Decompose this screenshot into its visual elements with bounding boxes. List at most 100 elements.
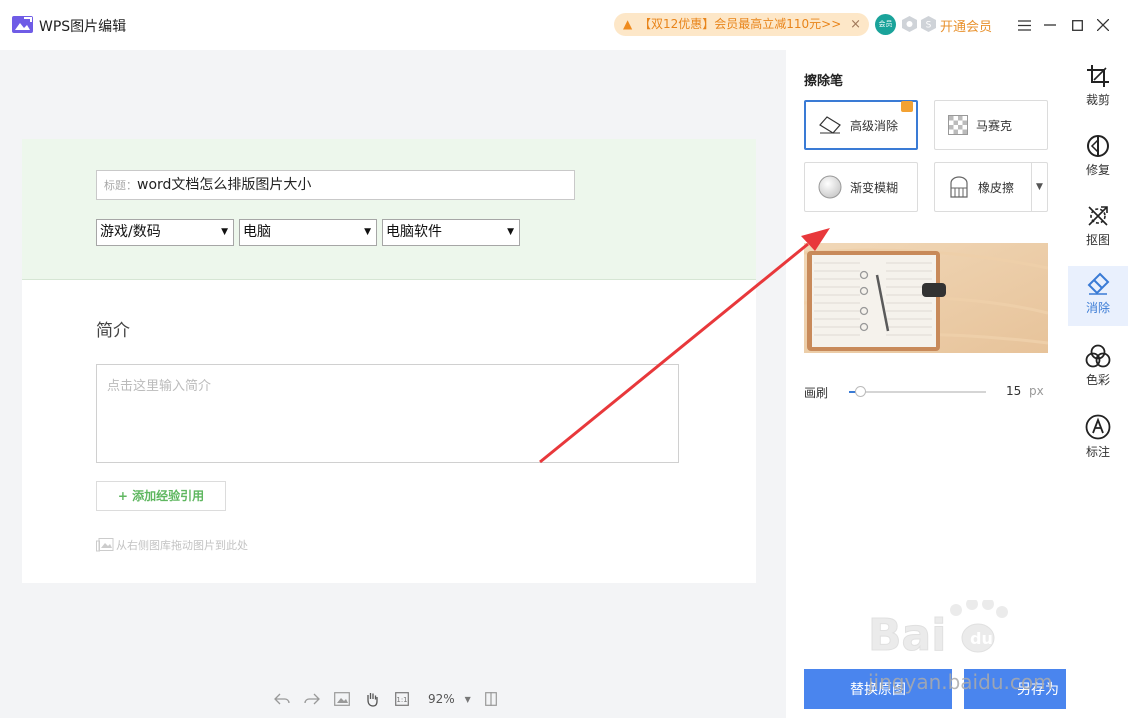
svg-text:S: S: [926, 21, 932, 31]
right-toolbar: 裁剪 修复 抠图 消除 色彩 标注: [1066, 50, 1128, 718]
drag-hint: 从右侧图库拖动图片到此处: [96, 537, 248, 553]
menu-icon: [1017, 19, 1031, 31]
slider-knob[interactable]: [855, 386, 866, 397]
membership-badge[interactable]: 会员: [875, 14, 896, 35]
category-1-value: 游戏/数码: [100, 224, 161, 240]
toolbar-crop[interactable]: 裁剪: [1068, 58, 1128, 118]
promo-close-button[interactable]: ×: [850, 13, 861, 36]
menu-button[interactable]: [1013, 14, 1035, 36]
undo-icon: [274, 693, 290, 705]
blur-circle-icon: [818, 175, 842, 199]
panel-title: 擦除笔: [804, 74, 844, 89]
vip-crown-icon: [901, 101, 913, 112]
eraser-dropdown-icon[interactable]: ▼: [1031, 163, 1047, 211]
category-select-3: 电脑软件 ▼: [382, 219, 520, 246]
redo-button[interactable]: [302, 689, 322, 709]
toolbar-cutout-label: 抠图: [1085, 233, 1110, 247]
toolbar-erase[interactable]: 消除: [1068, 266, 1128, 326]
category-2-value: 电脑: [243, 224, 271, 240]
minimize-button[interactable]: [1039, 14, 1061, 36]
actual-size-button[interactable]: 1:1: [392, 689, 412, 709]
open-vip-link[interactable]: 开通会员: [940, 16, 992, 35]
mosaic-tool[interactable]: 马赛克: [934, 100, 1048, 150]
title-value: word文档怎么排版图片大小: [137, 177, 312, 193]
brush-value: 15: [1006, 384, 1022, 398]
erase-icon: [1087, 272, 1110, 295]
close-button[interactable]: [1092, 14, 1114, 36]
toolbar-annotate[interactable]: 标注: [1068, 408, 1128, 468]
maximize-icon: [1071, 19, 1083, 31]
brush-eraser-icon: [950, 176, 968, 198]
cutout-icon: [1088, 206, 1108, 226]
category-select-2: 电脑 ▼: [239, 219, 377, 246]
drag-hint-text: 从右侧图库拖动图片到此处: [116, 539, 248, 552]
color-circles-icon: [1085, 344, 1111, 368]
repair-icon: [1087, 135, 1109, 157]
toolbar-annotate-label: 标注: [1085, 445, 1110, 459]
undo-button[interactable]: [272, 689, 292, 709]
speaker-icon: ▲: [623, 17, 633, 31]
super-member-icon[interactable]: [902, 16, 917, 32]
canvas-bottom-toolbar: 1:1 92% ▼: [272, 687, 501, 711]
promo-text: 【双12优惠】会员最高立减110元>>: [639, 17, 842, 31]
brush-slider[interactable]: [849, 386, 986, 397]
eraser-label: 橡皮擦: [978, 180, 1015, 195]
svg-text:1:1: 1:1: [396, 696, 407, 704]
eraser-icon: [819, 116, 841, 134]
title-field: 标题：word文档怎么排版图片大小: [96, 170, 575, 200]
redo-icon: [304, 693, 320, 705]
maximize-button[interactable]: [1066, 14, 1088, 36]
brush-unit: px: [1029, 384, 1044, 398]
split-view-icon: [484, 692, 497, 706]
toolbar-color[interactable]: 色彩: [1068, 338, 1128, 398]
image-placeholder-icon: [96, 538, 114, 552]
advanced-erase-label: 高级消除: [850, 118, 899, 133]
dropdown-caret-icon: ▼: [221, 227, 228, 237]
document-image: 标题：word文档怎么排版图片大小 游戏/数码 ▼ 电脑 ▼ 电脑软件 ▼ 简介 点击…: [22, 139, 756, 583]
annotate-icon: [1085, 414, 1111, 440]
s-member-icon[interactable]: S: [921, 16, 936, 32]
one-to-one-icon: 1:1: [395, 692, 409, 706]
minimize-icon: [1044, 24, 1056, 26]
dropdown-caret-icon: ▼: [507, 227, 514, 237]
title-label: 标题：: [104, 179, 137, 192]
brush-size-row: 画刷 15 px: [804, 383, 1048, 401]
toolbar-repair-label: 修复: [1085, 163, 1110, 177]
dropdown-caret-icon: ▼: [364, 227, 371, 237]
hand-tool-button[interactable]: [362, 689, 382, 709]
gradient-blur-label: 渐变模糊: [850, 180, 899, 195]
toolbar-repair[interactable]: 修复: [1068, 128, 1128, 188]
category-select-1: 游戏/数码 ▼: [96, 219, 234, 246]
toolbar-erase-label: 消除: [1085, 301, 1110, 315]
app-logo-icon: [12, 16, 33, 33]
intro-placeholder: 点击这里输入简介: [107, 379, 212, 394]
app-title: WPS图片编辑: [39, 19, 127, 35]
compare-button[interactable]: [481, 689, 501, 709]
mosaic-icon: [948, 115, 968, 135]
title-bar: WPS图片编辑 ▲ 【双12优惠】会员最高立减110元>> × 会员 S 开通会员: [0, 0, 1128, 50]
add-reference-button: + 添加经验引用: [96, 481, 226, 511]
image-icon: [334, 692, 350, 706]
original-image-button[interactable]: [332, 689, 352, 709]
promo-banner[interactable]: ▲ 【双12优惠】会员最高立减110元>> ×: [614, 13, 869, 36]
replace-original-button[interactable]: 替换原图: [804, 669, 952, 709]
zoom-dropdown-icon[interactable]: ▼: [465, 695, 471, 704]
toolbar-crop-label: 裁剪: [1085, 93, 1110, 107]
zoom-level[interactable]: 92%: [428, 692, 455, 706]
document-header: 标题：word文档怎么排版图片大小 游戏/数码 ▼ 电脑 ▼ 电脑软件 ▼: [22, 139, 756, 280]
gradient-blur-tool[interactable]: 渐变模糊: [804, 162, 918, 212]
image-canvas[interactable]: 标题：word文档怎么排版图片大小 游戏/数码 ▼ 电脑 ▼ 电脑软件 ▼ 简介 点击…: [0, 50, 786, 718]
toolbar-color-label: 色彩: [1085, 373, 1110, 387]
eraser-tool[interactable]: 橡皮擦 ▼: [934, 162, 1048, 212]
preview-image: [804, 243, 1048, 353]
toolbar-cutout[interactable]: 抠图: [1068, 198, 1128, 258]
category-3-value: 电脑软件: [386, 224, 442, 240]
mosaic-label: 马赛克: [976, 118, 1013, 133]
close-icon: [1097, 19, 1109, 31]
erase-panel: 擦除笔 高级消除 马赛克 渐变模糊 橡皮擦 ▼ 画刷 15 px 替换原图 另存…: [786, 50, 1112, 718]
brush-label: 画刷: [804, 386, 829, 400]
advanced-erase-tool[interactable]: 高级消除: [804, 100, 918, 150]
intro-heading: 简介: [96, 321, 130, 341]
hand-icon: [367, 693, 378, 707]
intro-textarea: 点击这里输入简介: [96, 364, 679, 463]
